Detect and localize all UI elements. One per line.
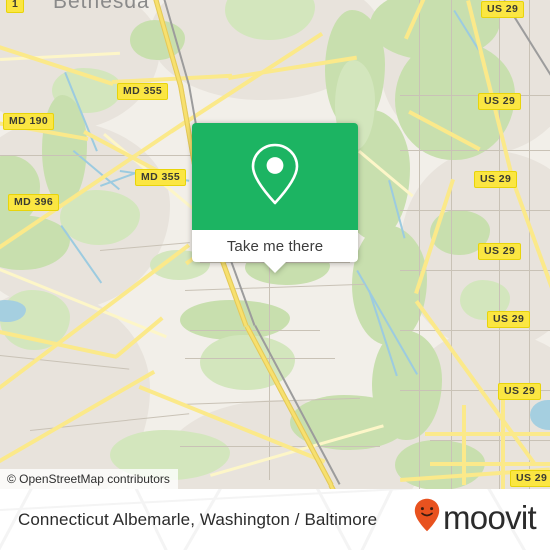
callout-pointer-tail	[264, 262, 286, 273]
callout-pin-panel	[192, 123, 358, 230]
callout-action-panel[interactable]: Take me there	[192, 230, 358, 273]
moovit-smiley-pin-icon	[414, 498, 440, 537]
page-title: Connecticut Albemarle, Washington / Balt…	[18, 510, 378, 529]
route-shield: US 29	[487, 311, 531, 328]
route-shield: 1	[6, 0, 25, 13]
route-shield: US 29	[478, 93, 522, 110]
route-shield: MD 355	[135, 169, 187, 186]
map-attribution[interactable]: © OpenStreetMap contributors	[0, 469, 178, 489]
route-shield: US 29	[481, 1, 525, 18]
route-shield: MD 396	[8, 194, 60, 211]
moovit-wordmark: moovit	[443, 499, 537, 536]
route-shield: US 29	[478, 243, 522, 260]
location-pin-icon	[246, 140, 304, 213]
take-me-there-button[interactable]: Take me there	[227, 238, 323, 255]
route-shield: US 29	[510, 470, 550, 487]
route-shield: MD 355	[117, 83, 169, 100]
route-shield: MD 190	[3, 113, 55, 130]
location-callout-card[interactable]: Take me there	[192, 123, 358, 273]
moovit-brand-logo[interactable]: moovit	[414, 498, 537, 537]
route-shield: US 29	[498, 383, 542, 400]
route-shield: US 29	[474, 171, 518, 188]
